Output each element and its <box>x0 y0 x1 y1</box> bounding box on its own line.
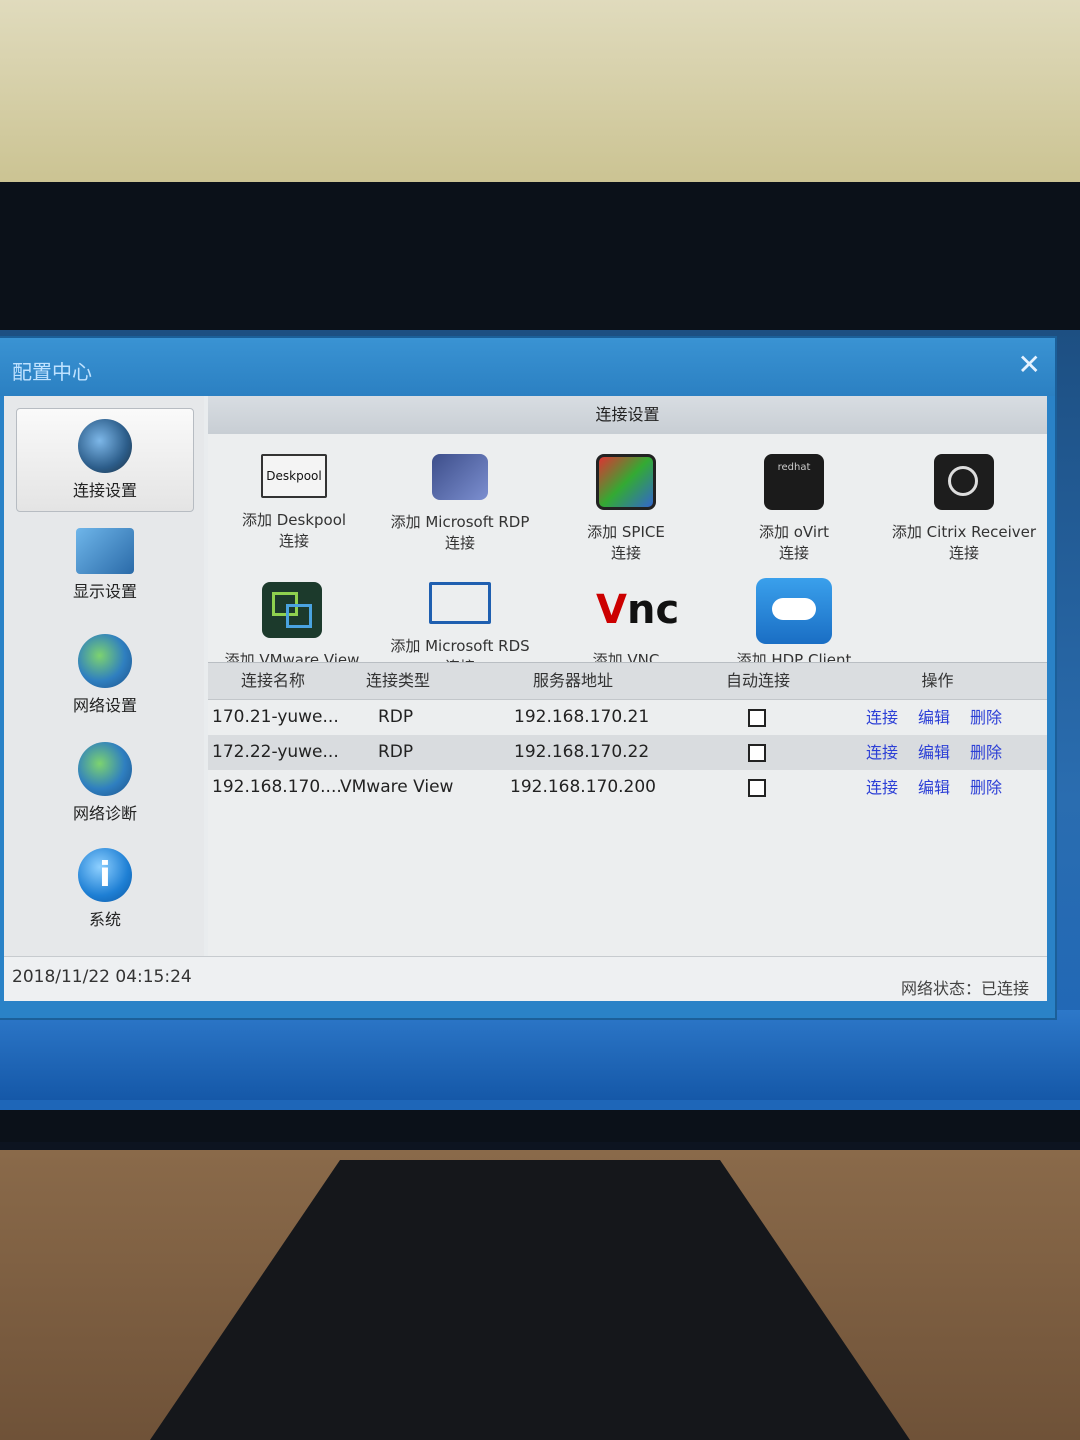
vnc-v-glyph: V <box>596 587 627 633</box>
connect-link[interactable]: 连接 <box>866 735 898 770</box>
hdp-cloud-icon <box>756 578 832 644</box>
table-row[interactable]: 170.21-yuwe... RDP 192.168.170.21 连接 编辑 … <box>208 700 1047 735</box>
tile-label: 添加 Deskpool 连接 <box>210 510 378 552</box>
sidebar-item-connection-settings[interactable]: 连接设置 <box>16 408 194 512</box>
citrix-ring <box>948 466 978 496</box>
tile-add-deskpool[interactable]: Deskpool 添加 Deskpool 连接 <box>210 454 378 574</box>
tile-add-ovirt[interactable]: redhat 添加 oVirt 连接 <box>710 454 878 574</box>
edit-link[interactable]: 编辑 <box>918 700 950 735</box>
spice-icon <box>596 454 656 510</box>
globe-headset-icon <box>78 419 132 473</box>
sidebar-item-system[interactable]: i 系统 <box>16 838 194 942</box>
desktop-taskbar <box>0 1010 1080 1100</box>
main-panel: 连接设置 Deskpool 添加 Deskpool 连接 添加 Microsoft… <box>208 396 1047 956</box>
vmware-square-back <box>286 604 312 628</box>
cell-address: 192.168.170.200 <box>510 777 657 797</box>
background-wall <box>0 0 1080 185</box>
tile-label-line2: 连接 <box>610 544 641 562</box>
tile-add-spice[interactable]: 添加 SPICE 连接 <box>542 454 710 574</box>
sidebar-item-label: 系统 <box>88 910 121 929</box>
tile-label: 添加 Citrix Receiver 连接 <box>880 522 1048 564</box>
sidebar: 连接设置 显示设置 网络设置 网络诊断 i 系统 <box>4 396 204 956</box>
connect-link[interactable]: 连接 <box>866 770 898 805</box>
globe-tools-icon <box>78 634 132 688</box>
cell-name: 192.168.170.... <box>212 777 342 797</box>
cell-type: RDP <box>378 742 414 762</box>
close-button[interactable]: ✕ <box>1018 350 1041 380</box>
sidebar-item-label: 网络诊断 <box>72 804 137 823</box>
citrix-icon <box>934 454 994 510</box>
section-title: 连接设置 <box>595 405 660 424</box>
rds-icon <box>429 582 491 624</box>
vnc-icon: Vnc <box>596 582 679 638</box>
column-header-actions: 操作 <box>921 671 954 690</box>
tile-label-line2: 连接 <box>278 532 309 550</box>
delete-link[interactable]: 删除 <box>970 700 1002 735</box>
tile-label-line1: 添加 Microsoft RDP <box>390 513 530 531</box>
connections-table: 连接名称 连接类型 服务器地址 自动连接 操作 170.21-yuwe... R… <box>208 662 1047 805</box>
sidebar-item-network-diagnosis[interactable]: 网络诊断 <box>16 732 194 836</box>
edit-link[interactable]: 编辑 <box>918 770 950 805</box>
cell-name: 170.21-yuwe... <box>212 707 339 727</box>
monitor-tools-icon <box>76 528 134 574</box>
delete-link[interactable]: 删除 <box>970 770 1002 805</box>
globe-question-icon <box>78 742 132 796</box>
info-icon: i <box>78 848 132 902</box>
status-datetime: 2018/11/22 04:15:24 <box>12 967 192 987</box>
table-row[interactable]: 192.168.170.... VMware View 192.168.170.… <box>208 770 1047 805</box>
window-title: 配置中心 <box>12 360 92 384</box>
cell-address: 192.168.170.21 <box>514 707 650 727</box>
section-header: 连接设置 <box>208 396 1047 434</box>
cell-address: 192.168.170.22 <box>514 742 650 762</box>
tile-label-line1: 添加 Microsoft RDS <box>390 637 530 655</box>
config-center-window: 配置中心 ✕ 连接设置 显示设置 网络设置 网络诊断 i 系统 连接设置 Des… <box>0 338 1055 1018</box>
tile-label-line2: 连接 <box>948 544 979 562</box>
deskpool-icon: Deskpool <box>261 454 327 498</box>
autoconnect-checkbox[interactable] <box>748 709 766 727</box>
vnc-text: nc <box>626 587 680 633</box>
tile-add-microsoft-rdp[interactable]: 添加 Microsoft RDP 连接 <box>376 454 544 574</box>
edit-link[interactable]: 编辑 <box>918 735 950 770</box>
title-bar: 配置中心 ✕ <box>0 338 1055 396</box>
delete-link[interactable]: 删除 <box>970 735 1002 770</box>
network-status: 网络状态：已连接 <box>900 979 1029 998</box>
sidebar-item-label: 网络设置 <box>72 696 137 715</box>
tile-label: 添加 SPICE 连接 <box>542 522 710 564</box>
tile-label-line2: 连接 <box>778 544 809 562</box>
table-header: 连接名称 连接类型 服务器地址 自动连接 操作 <box>208 662 1047 700</box>
tile-label: 添加 oVirt 连接 <box>710 522 878 564</box>
tile-label-line1: 添加 Deskpool <box>241 511 347 529</box>
autoconnect-checkbox[interactable] <box>748 744 766 762</box>
tile-label-line1: 添加 Citrix Receiver <box>891 523 1037 541</box>
rdp-icon <box>432 454 488 500</box>
tile-label: 添加 Microsoft RDP 连接 <box>376 512 544 554</box>
sidebar-item-display-settings[interactable]: 显示设置 <box>16 518 194 622</box>
status-bar: 2018/11/22 04:15:24 网络状态：已连接 <box>4 956 1047 1001</box>
cell-name: 172.22-yuwe... <box>212 742 339 762</box>
cell-type: RDP <box>378 707 414 727</box>
column-header-autoconnect: 自动连接 <box>725 671 790 690</box>
cell-type: VMware View <box>340 777 454 797</box>
tile-label-line1: 添加 SPICE <box>587 523 665 541</box>
tile-label-line1: 添加 oVirt <box>758 523 830 541</box>
column-header-address: 服务器地址 <box>532 671 613 690</box>
sidebar-item-label: 显示设置 <box>72 582 137 601</box>
cloud-shape <box>772 598 816 620</box>
autoconnect-checkbox[interactable] <box>748 779 766 797</box>
vmware-icon <box>262 582 322 638</box>
sidebar-item-label: 连接设置 <box>72 481 137 500</box>
tile-add-citrix-receiver[interactable]: 添加 Citrix Receiver 连接 <box>880 454 1048 574</box>
column-header-name: 连接名称 <box>240 671 305 690</box>
sidebar-item-network-settings[interactable]: 网络设置 <box>16 624 194 728</box>
column-header-type: 连接类型 <box>365 671 430 690</box>
table-row[interactable]: 172.22-yuwe... RDP 192.168.170.22 连接 编辑 … <box>208 735 1047 770</box>
ovirt-icon: redhat <box>764 454 824 510</box>
window-client-area: 连接设置 显示设置 网络设置 网络诊断 i 系统 连接设置 Deskpool 添… <box>4 396 1047 1001</box>
tile-label-line2: 连接 <box>444 534 475 552</box>
connect-link[interactable]: 连接 <box>866 700 898 735</box>
